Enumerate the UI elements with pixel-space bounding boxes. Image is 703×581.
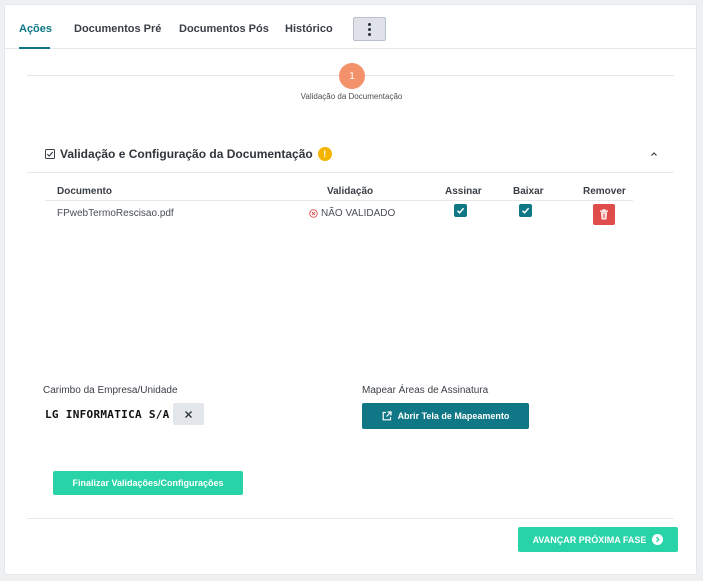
check-square-icon — [45, 149, 55, 159]
trash-icon — [600, 209, 608, 220]
stamp-label: Carimbo da Empresa/Unidade — [43, 385, 178, 396]
section-title: Validação e Configuração da Documentação — [60, 147, 313, 161]
tab-acoes[interactable]: Ações — [19, 23, 52, 35]
footer-divider — [27, 518, 674, 519]
x-circle-icon — [309, 209, 318, 218]
column-header-documento: Documento — [57, 186, 112, 197]
advance-label: AVANÇAR PRÓXIMA FASE — [532, 534, 647, 545]
tab-documentos-pos[interactable]: Documentos Pós — [179, 23, 269, 35]
table-header-divider — [45, 200, 633, 201]
mapping-label: Mapear Áreas de Assinatura — [362, 385, 489, 396]
column-header-remover: Remover — [583, 186, 626, 197]
main-card: Ações Documentos Pré Documentos Pós Hist… — [4, 4, 697, 575]
stamp-value: LG INFORMATICA S/A — [45, 408, 170, 421]
step-indicator: 1 — [339, 63, 365, 89]
section-divider — [27, 172, 674, 173]
column-header-baixar: Baixar — [513, 186, 544, 197]
chevron-up-icon[interactable] — [650, 150, 658, 158]
tab-documentos-pre[interactable]: Documentos Pré — [74, 23, 161, 35]
tab-historico[interactable]: Histórico — [285, 23, 333, 35]
remove-document-button[interactable] — [593, 204, 615, 225]
step-label: Validação da Documentação — [300, 92, 403, 101]
clear-stamp-button[interactable] — [173, 403, 204, 425]
more-tabs-button[interactable] — [353, 17, 386, 41]
check-icon — [456, 207, 465, 214]
chevron-right-circle-icon — [652, 534, 664, 545]
external-link-icon — [382, 411, 392, 421]
open-mapping-button[interactable]: Abrir Tela de Mapeamento — [362, 403, 529, 429]
validation-status-text: NÃO VALIDADO — [321, 208, 396, 219]
active-tab-indicator — [19, 47, 50, 49]
open-mapping-label: Abrir Tela de Mapeamento — [397, 411, 510, 421]
warning-badge: ! — [317, 147, 332, 161]
assinar-checkbox[interactable] — [454, 204, 467, 217]
check-icon — [521, 207, 530, 214]
baixar-checkbox[interactable] — [519, 204, 532, 217]
column-header-assinar: Assinar — [445, 186, 482, 197]
section-header: Validação e Configuração da Documentação… — [45, 146, 332, 162]
kebab-vertical-icon — [368, 22, 371, 36]
close-icon — [185, 410, 192, 418]
validation-status: NÃO VALIDADO — [309, 208, 395, 219]
document-name: FPwebTermoRescisao.pdf — [57, 208, 174, 219]
column-header-validacao: Validação — [327, 186, 374, 197]
tab-bar: Ações Documentos Pré Documentos Pós Hist… — [5, 5, 696, 49]
advance-next-phase-button[interactable]: AVANÇAR PRÓXIMA FASE — [518, 527, 678, 552]
finalize-validations-button[interactable]: Finalizar Validações/Configurações — [53, 471, 243, 495]
